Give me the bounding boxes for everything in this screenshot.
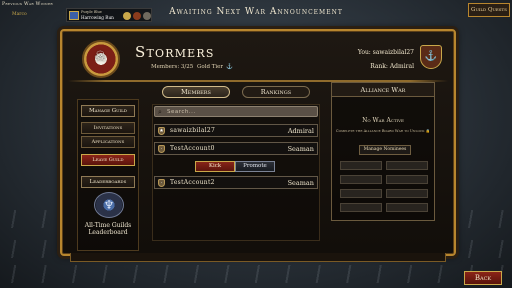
tier-label: Gold Tier [197, 64, 224, 70]
leaderboards-heading: Leaderboards [81, 176, 135, 188]
tier-icon: ⚓ [226, 64, 233, 70]
trident-icon: ♆ [103, 198, 115, 212]
seaman-rank-icon: · [158, 145, 165, 153]
tab-rankings[interactable]: Rankings [242, 86, 310, 98]
nominee-slot[interactable] [340, 175, 382, 184]
manage-nominees-button[interactable]: Manage Nominees [359, 145, 411, 155]
seaman-rank-icon: · [158, 179, 165, 187]
war-status: No War Active [362, 117, 404, 124]
war-status-title: Awaiting Next War Announcement [169, 7, 343, 17]
kick-button[interactable]: Kick [195, 161, 235, 172]
member-name: TestAccount0 [170, 145, 215, 152]
search-bar[interactable]: ⌕ [154, 106, 318, 117]
nominee-slot[interactable] [386, 189, 428, 198]
search-icon: ⌕ [158, 108, 162, 116]
member-row[interactable]: · TestAccount0 Seaman [154, 142, 318, 155]
alliance-war-title: Alliance War [332, 83, 434, 97]
alliance-war-panel: Alliance War No War Active Complete the … [331, 82, 435, 221]
skull-icon: ☠ [94, 49, 107, 65]
nominee-slot[interactable] [386, 203, 428, 212]
leave-guild-button[interactable]: Leave Guild [81, 154, 135, 166]
guild-name: Stormers [135, 43, 215, 61]
member-rank: Admiral [287, 127, 314, 135]
back-button[interactable]: Back [464, 271, 502, 285]
unlock-requirement-text: Complete the Alliance Board War to Unloc… [335, 129, 425, 133]
admiral-rank-icon: ★ [158, 127, 165, 135]
guild-tier: Gold Tier ⚓ [197, 64, 233, 70]
applications-button[interactable]: Applications [81, 136, 135, 148]
member-rank: Seaman [287, 179, 314, 187]
manage-guild-heading: Manage Guild [81, 105, 135, 117]
guild-crest: ☠ [82, 40, 120, 78]
member-count: Members: 3/25 [151, 64, 194, 70]
search-input[interactable] [167, 108, 307, 116]
nominee-slot[interactable] [340, 161, 382, 170]
all-time-leaderboard-link[interactable]: All-Time Guilds Leaderboard [78, 222, 138, 236]
leaderboard-emblem[interactable]: ♆ [94, 192, 124, 218]
member-name: sawaizbilal27 [170, 127, 216, 134]
nominee-slot[interactable] [386, 161, 428, 170]
member-name: TestAccount2 [170, 179, 215, 186]
member-row[interactable]: · TestAccount2 Seaman [154, 176, 318, 189]
sea-wave [0, 265, 512, 283]
player-rank: Rank: Admiral [370, 63, 414, 70]
rank-crest-icon: ⚓ [420, 45, 442, 69]
lock-icon: 🔒 [425, 129, 431, 133]
tab-members[interactable]: Members [162, 86, 230, 98]
invitations-button[interactable]: Invitations [81, 122, 135, 134]
promote-button[interactable]: Promote [235, 161, 275, 172]
guild-quests-button[interactable]: Guild Quests [468, 3, 510, 17]
member-rank: Seaman [287, 145, 314, 153]
unlock-requirement: Complete the Alliance Board War to Unloc… [334, 129, 432, 133]
nominee-slot[interactable] [340, 203, 382, 212]
player-name: You: sawaizbilal27 [357, 49, 414, 56]
nominee-slot[interactable] [340, 189, 382, 198]
member-row[interactable]: ★ sawaizbilal27 Admiral [154, 124, 318, 137]
nominee-slot[interactable] [386, 175, 428, 184]
